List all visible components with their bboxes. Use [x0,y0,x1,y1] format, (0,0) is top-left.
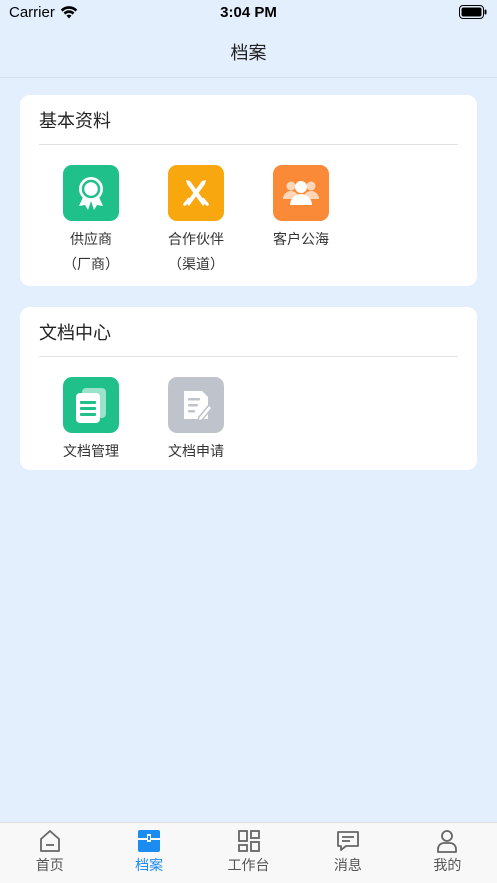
tab-profile[interactable]: 我的 [398,823,497,883]
customer-pool-label: 客户公海 [273,232,329,248]
dashboard-grid-icon [237,830,260,852]
supplier-sublabel: （厂商） [63,257,119,273]
tab-home-label: 首页 [35,858,64,874]
handshake-swords-icon [168,165,224,221]
tab-workbench[interactable]: 工作台 [199,823,298,883]
section-divider [39,356,458,357]
partner-label: 合作伙伴 [168,232,224,248]
home-icon [39,830,60,852]
document-request-entry[interactable]: 文档申请 [151,377,241,463]
document-management-label: 文档管理 [63,444,119,460]
supplier-entry[interactable]: 供应商 （厂商） [46,165,136,276]
status-bar: Carrier 3:04 PM [0,0,497,26]
document-management-entry[interactable]: 文档管理 [46,377,136,463]
user-icon [437,830,458,853]
section-divider [39,144,458,145]
tab-bar: 首页 档案 工作台 消息 我的 [0,822,497,883]
customer-pool-entry[interactable]: 客户公海 [256,165,346,251]
tab-home[interactable]: 首页 [0,823,99,883]
tab-messages-label: 消息 [333,858,362,874]
document-edit-icon [168,377,224,433]
message-icon [337,831,359,851]
partner-sublabel: （渠道） [168,257,224,273]
partner-entry[interactable]: 合作伙伴 （渠道） [151,165,241,276]
tab-archive-label: 档案 [135,858,164,874]
tab-workbench-label: 工作台 [227,858,270,874]
archive-icon [138,830,161,852]
basic-info-card: 基本资料 供应商 （厂商） 合作伙伴 （渠道） 客户公海 [20,95,477,286]
section-title-basic-info: 基本资料 [39,111,111,132]
documents-stack-icon [63,377,119,433]
supplier-label: 供应商 [70,232,112,248]
navigation-bar: 档案 [0,26,497,78]
document-request-label: 文档申请 [168,444,224,460]
tab-archive[interactable]: 档案 [99,823,198,883]
page-title: 档案 [230,43,267,64]
tab-messages[interactable]: 消息 [298,823,397,883]
section-title-document-center: 文档中心 [39,323,111,344]
award-badge-icon [63,165,119,221]
battery-icon [459,5,487,19]
document-center-card: 文档中心 文档管理 文档申请 [20,307,477,470]
customer-group-icon [273,165,329,221]
tab-profile-label: 我的 [433,858,462,874]
clock-time: 3:04 PM [220,4,277,21]
